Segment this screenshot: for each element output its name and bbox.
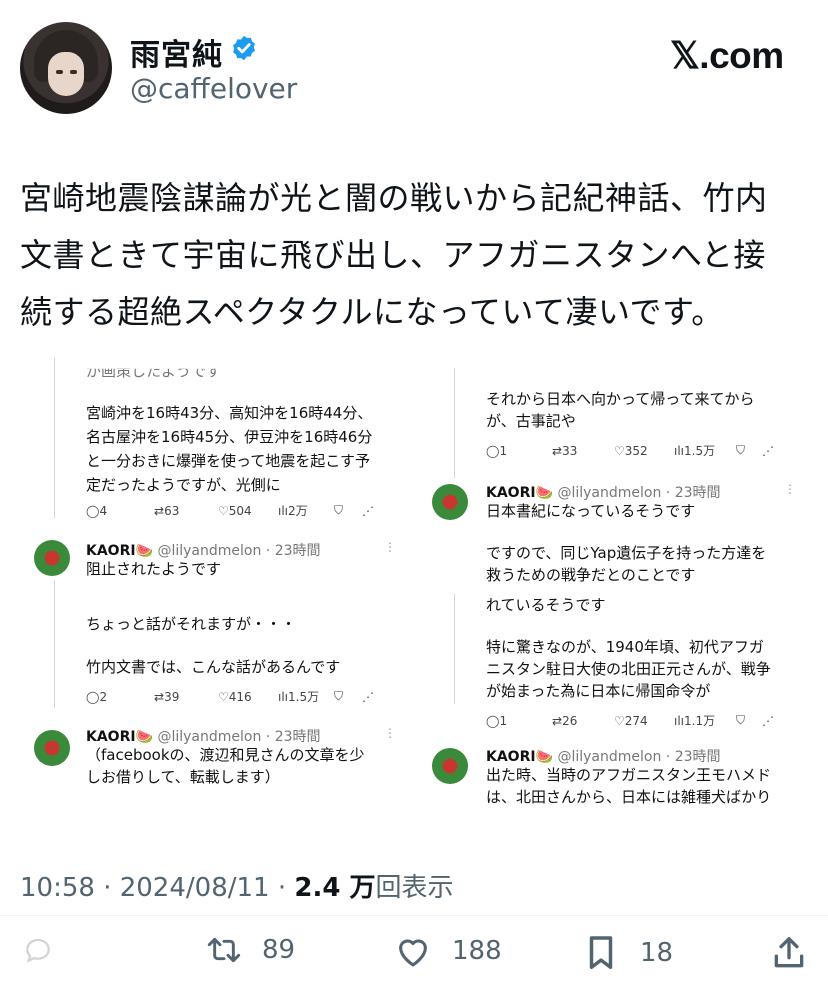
view-label: 回表示 [375, 873, 454, 903]
tweet-meta: 10:58 · 2024/08/11 · 2.4 万回表示 [20, 867, 454, 904]
more-icon: ⋮ [384, 726, 396, 740]
verified-badge-icon [233, 35, 255, 61]
author-name[interactable]: 雨宮純 [130, 30, 223, 74]
thread-line [454, 594, 455, 704]
post-text: それから日本へ向かって帰って来てから [486, 390, 755, 408]
post-text: ちょっと話がそれますが・・・ [86, 615, 297, 633]
author-handle[interactable]: @caffelover [130, 72, 297, 105]
reply-count: ◯4 [86, 503, 108, 518]
avatar-eye [56, 70, 63, 74]
post-metrics: ◯4 ⇄63 ♡504 ılı2万 ⛉ ⋰ [86, 502, 374, 519]
reply-text: しお借りして、転載します） [86, 768, 280, 786]
post-text: と一分おきに爆弾を使って地震を起こす予 [86, 452, 370, 470]
post-text: ニスタン駐日大使の北田正元さんが、戦争 [486, 660, 771, 678]
reply-header: KAORI🍉 @lilyandmelon · 23時間 [486, 749, 721, 765]
reply-icon [26, 938, 50, 963]
post-text: 特に驚きなのが、1940年頃、初代アフガ [486, 638, 764, 656]
thread-line [54, 580, 55, 708]
bookmark-count: 18 [640, 938, 674, 968]
reply-avatar [34, 730, 70, 766]
avatar-eye [70, 70, 77, 74]
reply-header: KAORI🍉 @lilyandmelon · 23時間 [86, 729, 321, 745]
reply-text: （facebookの、渡辺和見さんの文章を少 [86, 746, 365, 764]
avatar[interactable] [20, 22, 112, 114]
like-count: 188 [452, 936, 502, 966]
post-text: 名古屋沖を16時45分、伊豆沖を16時46分 [86, 428, 373, 446]
tweet-line: 続する超絶スペクタクルになっていて凄いです。 [20, 293, 724, 331]
reply-text: 阻止されたようです [86, 560, 222, 578]
more-icon: ⋮ [784, 482, 796, 496]
retweet-count: ⇄63 [154, 503, 180, 518]
avatar-face [48, 52, 84, 96]
timestamp[interactable]: 10:58 · 2024/08/11 · [20, 873, 294, 903]
post-text: ですので、同じYap遺伝子を持った方達を [486, 544, 767, 562]
view-count: ılı2万 [278, 504, 308, 518]
retweet-icon [207, 937, 241, 963]
reply-avatar [34, 540, 70, 576]
retweet-count: 89 [262, 935, 296, 965]
post-text: 救うための戦争だとのことです [486, 566, 696, 584]
share-button[interactable] [770, 934, 808, 972]
post-text: れているそうです [486, 596, 606, 614]
post-text: 竹内文書では、こんな話があるんです [86, 658, 341, 676]
view-count: 2.4 万 [294, 873, 376, 903]
reply-button[interactable] [20, 934, 56, 966]
more-icon: ⋮ [384, 540, 396, 554]
share-icon: ⋰ [362, 503, 374, 518]
brand-logo: 𝕏.com [670, 35, 784, 76]
post-text: が始まった為に日本に帰国命令が [486, 682, 711, 700]
post-metrics: ◯1 ⇄33 ♡352 ılı1.5万 ⛉ ⋰ [486, 443, 774, 458]
post-metrics: ◯2 ⇄39 ♡416 ılı1.5万 ⛉ ⋰ [86, 689, 374, 704]
reply-header: KAORI🍉 @lilyandmelon · 23時間 [486, 485, 721, 501]
post-text: 定だったようですが、光側に [86, 476, 281, 494]
post-text-cut: が画策したようです [86, 362, 222, 380]
tweet-line: 文書ときて宇宙に飛び出し、アフガニスタンへと接 [20, 236, 766, 274]
reply-header: KAORI🍉 @lilyandmelon · 23時間 [86, 543, 321, 559]
share-icon [774, 937, 804, 968]
reply-text: 出た時、当時のアフガニスタン王モハメド [486, 766, 772, 784]
post-text: が、古事記や [486, 412, 576, 430]
retweet-button[interactable]: 89 [200, 934, 295, 966]
thread-line [54, 358, 55, 518]
tweet-line: 宮崎地震陰謀論が光と闇の戦いから記紀神話、竹内 [20, 179, 768, 217]
divider [0, 915, 828, 916]
thread-line [454, 368, 455, 478]
post-metrics: ◯1 ⇄26 ♡274 ılı1.1万 ⛉ ⋰ [486, 713, 774, 728]
reply-avatar [432, 484, 468, 520]
reply-text: 日本書紀になっているそうです [486, 502, 696, 520]
reply-text: は、北田さんから、日本には雑種犬ばかり [486, 788, 772, 806]
attached-image[interactable]: が画策したようです 宮崎沖を16時43分、高知沖を16時44分、 名古屋沖を16… [20, 358, 808, 820]
like-button[interactable]: 188 [394, 934, 502, 968]
post-text: 宮崎沖を16時43分、高知沖を16時44分、 [86, 404, 373, 422]
bookmark-icon: ⛉ [334, 503, 344, 517]
like-count: ♡504 [218, 503, 252, 518]
bookmark-button[interactable]: 18 [584, 934, 673, 972]
tweet-text: 宮崎地震陰謀論が光と闇の戦いから記紀神話、竹内 文書ときて宇宙に飛び出し、アフガ… [20, 170, 810, 341]
heart-icon [399, 939, 427, 967]
bookmark-icon [589, 936, 613, 969]
reply-avatar [432, 748, 468, 784]
